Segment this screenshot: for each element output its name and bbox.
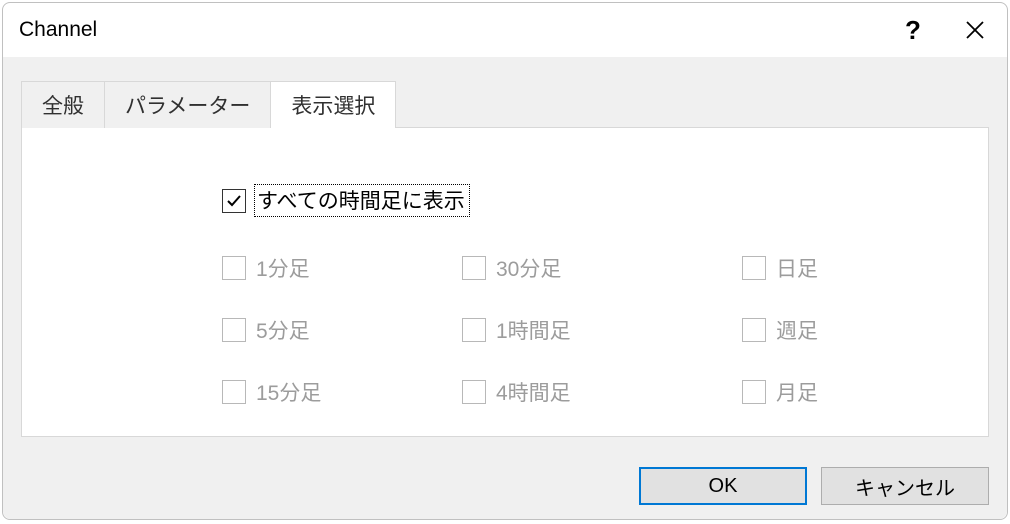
timeframe-mn-row: 月足 [742, 377, 942, 407]
timeframe-d1-label: 日足 [776, 253, 818, 283]
timeframe-w1-row: 週足 [742, 315, 942, 345]
timeframe-m1-row: 1分足 [222, 253, 462, 283]
ok-button[interactable]: OK [639, 467, 807, 505]
timeframe-m5-row: 5分足 [222, 315, 462, 345]
timeframe-grid: 1分足 30分足 日足 5分足 1時間足 [222, 253, 948, 407]
timeframe-w1-label: 週足 [776, 315, 818, 345]
timeframe-m5-checkbox[interactable] [222, 318, 246, 342]
timeframe-m5-label: 5分足 [256, 315, 310, 345]
titlebar-buttons: ? [891, 12, 997, 48]
timeframe-w1-checkbox[interactable] [742, 318, 766, 342]
close-button[interactable] [953, 12, 997, 48]
timeframe-h4-label: 4時間足 [496, 377, 571, 407]
timeframe-m30-row: 30分足 [462, 253, 742, 283]
timeframe-m1-checkbox[interactable] [222, 256, 246, 280]
dialog-buttons: OK キャンセル [639, 467, 989, 505]
timeframe-mn-label: 月足 [776, 377, 818, 407]
timeframe-d1-row: 日足 [742, 253, 942, 283]
tab-strip: 全般 パラメーター 表示選択 [21, 81, 989, 128]
help-button[interactable]: ? [891, 12, 935, 48]
timeframe-m1-label: 1分足 [256, 253, 310, 283]
dialog-title: Channel [19, 18, 891, 42]
cancel-button[interactable]: キャンセル [821, 467, 989, 505]
tab-general[interactable]: 全般 [21, 81, 105, 128]
close-icon [965, 20, 985, 40]
show-all-timeframes-row: すべての時間足に表示 [222, 184, 948, 217]
content-area: 全般 パラメーター 表示選択 すべての時間足に表示 1分足 [3, 57, 1007, 519]
timeframe-h1-checkbox[interactable] [462, 318, 486, 342]
timeframe-d1-checkbox[interactable] [742, 256, 766, 280]
titlebar: Channel ? [3, 3, 1007, 57]
timeframe-mn-checkbox[interactable] [742, 380, 766, 404]
checkmark-icon [226, 193, 242, 209]
tab-display[interactable]: 表示選択 [270, 81, 396, 128]
show-all-timeframes-checkbox[interactable] [222, 189, 246, 213]
show-all-timeframes-label: すべての時間足に表示 [254, 184, 470, 217]
tab-parameters[interactable]: パラメーター [104, 81, 271, 128]
display-panel: すべての時間足に表示 1分足 30分足 日足 5分足 [21, 127, 989, 437]
channel-dialog: Channel ? 全般 パラメーター 表示選択 [2, 2, 1008, 520]
timeframe-m30-checkbox[interactable] [462, 256, 486, 280]
timeframe-h4-row: 4時間足 [462, 377, 742, 407]
timeframe-h4-checkbox[interactable] [462, 380, 486, 404]
timeframe-h1-row: 1時間足 [462, 315, 742, 345]
timeframe-h1-label: 1時間足 [496, 315, 571, 345]
timeframe-m30-label: 30分足 [496, 253, 561, 283]
timeframe-m15-checkbox[interactable] [222, 380, 246, 404]
timeframe-m15-row: 15分足 [222, 377, 462, 407]
timeframe-m15-label: 15分足 [256, 377, 321, 407]
